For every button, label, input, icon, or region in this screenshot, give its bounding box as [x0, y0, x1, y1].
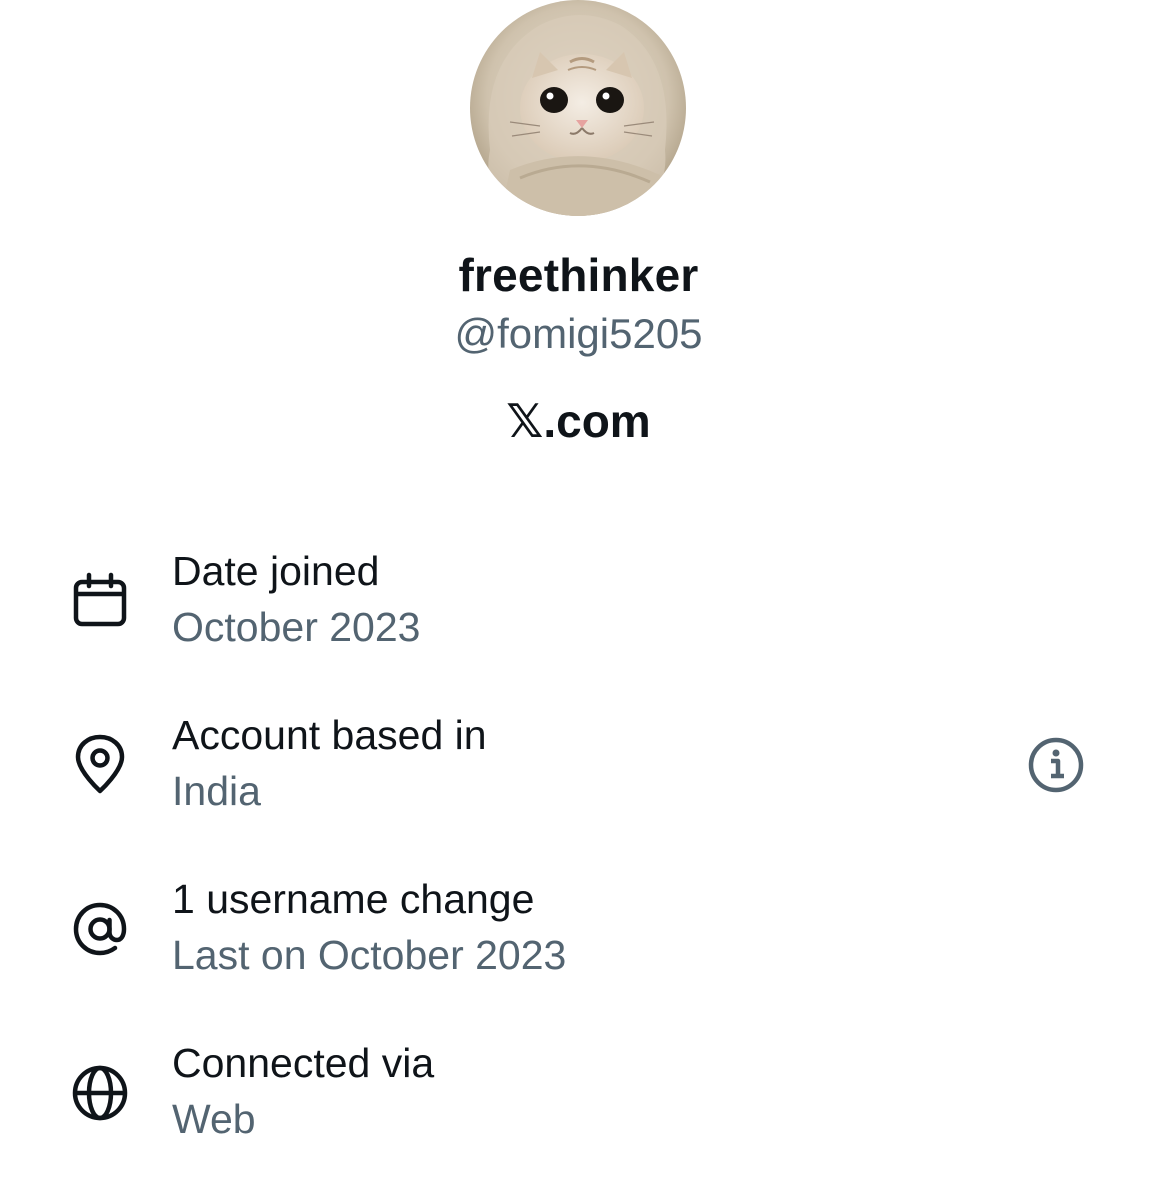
row-title: Connected via	[172, 1040, 435, 1086]
display-name: freethinker	[458, 249, 699, 301]
info-icon[interactable]	[1026, 735, 1086, 795]
row-value: Last on October 2023	[172, 932, 567, 978]
calendar-icon	[70, 571, 130, 631]
avatar[interactable]	[470, 0, 686, 216]
location-pin-icon	[70, 734, 130, 794]
avatar-cat-image	[470, 0, 686, 216]
about-row-account-based-in: Account based in India	[0, 712, 1157, 842]
globe-icon	[70, 1063, 130, 1123]
row-value: October 2023	[172, 604, 421, 650]
username-handle: @fomigi5205	[454, 310, 703, 357]
about-row-username-change: 1 username change Last on October 2023	[0, 876, 1157, 1006]
row-value: Web	[172, 1096, 256, 1142]
row-value: India	[172, 768, 261, 814]
at-sign-icon	[70, 899, 130, 959]
row-title: 1 username change	[172, 876, 535, 922]
row-title: Date joined	[172, 548, 380, 594]
site-label: 𝕏.com	[506, 395, 651, 447]
about-row-date-joined: Date joined October 2023	[0, 548, 1157, 678]
row-title: Account based in	[172, 712, 487, 758]
about-row-connected-via: Connected via Web	[0, 1040, 1157, 1170]
